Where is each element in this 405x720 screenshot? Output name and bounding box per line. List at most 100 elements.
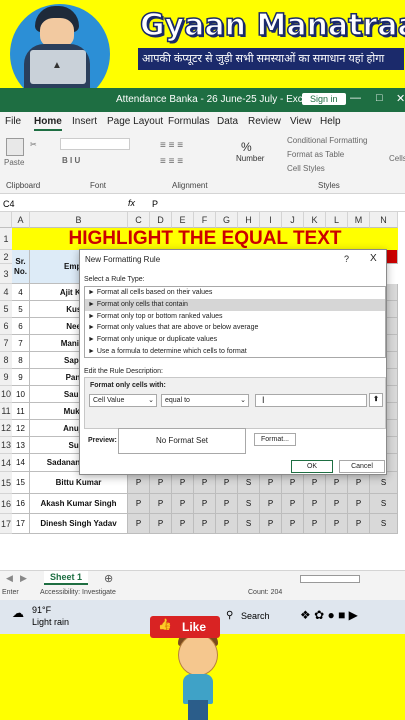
sheet-heading[interactable]: HIGHLIGHT THE EQUAL TEXT — [12, 228, 398, 250]
next-sheet-icon[interactable]: ▶ — [20, 573, 27, 584]
attendance-cell[interactable]: P — [194, 494, 216, 514]
prev-sheet-icon[interactable]: ◀ — [6, 573, 13, 584]
sr-no-cell[interactable]: 6 — [12, 318, 30, 335]
attendance-cell[interactable]: P — [128, 514, 150, 534]
employee-name-cell[interactable]: Akash Kumar Singh — [30, 494, 128, 514]
sr-no-cell[interactable]: 5 — [12, 301, 30, 318]
cell-styles-button[interactable]: Cell Styles — [287, 164, 325, 173]
attendance-cell[interactable]: P — [150, 494, 172, 514]
app-icons[interactable]: ❖ ✿ ● ■ ▶ — [300, 608, 358, 622]
close-window-icon[interactable]: ✕ — [396, 92, 405, 105]
weather-icon[interactable]: ☁ — [12, 606, 24, 620]
rule-type-item[interactable]: ► Use a formula to determine which cells… — [85, 346, 385, 358]
attendance-cell[interactable]: P — [282, 494, 304, 514]
employee-name-cell[interactable]: Bittu Kumar — [30, 472, 128, 494]
cut-icon[interactable]: ✂ — [30, 140, 37, 149]
cancel-button[interactable]: Cancel — [339, 460, 385, 473]
formula-input[interactable]: P — [152, 199, 158, 209]
tab-help[interactable]: Help — [320, 116, 341, 127]
attendance-cell[interactable]: S — [238, 514, 260, 534]
attendance-cell[interactable]: P — [282, 514, 304, 534]
attendance-cell[interactable]: P — [348, 472, 370, 494]
sr-no-cell[interactable]: 13 — [12, 437, 30, 454]
condition-type-select[interactable]: Cell Value ⌄ — [89, 394, 157, 407]
row-header[interactable]: 6 — [0, 318, 12, 335]
column-header-k[interactable]: K — [304, 212, 326, 228]
attendance-cell[interactable]: P — [216, 494, 238, 514]
attendance-cell[interactable]: P — [348, 514, 370, 534]
format-as-table-button[interactable]: Format as Table — [287, 150, 344, 159]
horizontal-scrollbar[interactable] — [300, 575, 360, 583]
column-header-d[interactable]: D — [150, 212, 172, 228]
row-header[interactable]: 4 — [0, 284, 12, 301]
paste-label[interactable]: Paste — [4, 158, 24, 167]
attendance-cell[interactable]: S — [238, 494, 260, 514]
taskbar-search[interactable]: Search — [241, 611, 270, 621]
attendance-cell[interactable]: P — [128, 494, 150, 514]
column-header-m[interactable]: M — [348, 212, 370, 228]
rule-type-item[interactable]: ► Format only unique or duplicate values — [85, 334, 385, 346]
cells-button[interactable]: Cells — [389, 154, 405, 163]
range-select-icon[interactable]: ⬆ — [369, 393, 383, 407]
accessibility-status[interactable]: Accessibility: Investigate — [40, 589, 116, 596]
add-sheet-icon[interactable]: ⊕ — [104, 572, 113, 585]
column-header-a[interactable]: A — [12, 212, 30, 228]
value-input[interactable]: I — [255, 394, 367, 407]
attendance-cell[interactable]: P — [348, 494, 370, 514]
font-name-box[interactable] — [60, 138, 130, 150]
select-all-corner[interactable] — [0, 212, 12, 228]
row-header-3[interactable]: 3 — [0, 264, 12, 284]
attendance-cell[interactable]: P — [150, 472, 172, 494]
rule-type-item[interactable]: ► Format only top or bottom ranked value… — [85, 311, 385, 323]
column-header-b[interactable]: B — [30, 212, 128, 228]
paste-icon[interactable] — [6, 138, 24, 156]
attendance-cell[interactable]: S — [370, 494, 398, 514]
row-header[interactable]: 16 — [0, 494, 12, 514]
rule-type-list[interactable]: ► Format all cells based on their values… — [84, 286, 386, 358]
sr-no-header[interactable]: Sr. No. — [12, 250, 30, 284]
number-button[interactable]: Number — [236, 154, 264, 163]
attendance-cell[interactable]: P — [216, 514, 238, 534]
attendance-cell[interactable]: S — [238, 472, 260, 494]
sr-no-cell[interactable]: 16 — [12, 494, 30, 514]
row-header[interactable]: 15 — [0, 472, 12, 494]
rule-type-item[interactable]: ► Format only values that are above or b… — [85, 322, 385, 334]
sr-no-cell[interactable]: 14 — [12, 454, 30, 472]
tab-insert[interactable]: Insert — [72, 116, 97, 127]
column-header-l[interactable]: L — [326, 212, 348, 228]
sign-in-button[interactable]: Sign in — [302, 93, 346, 105]
row-header[interactable]: 12 — [0, 420, 12, 437]
tab-data[interactable]: Data — [217, 116, 238, 127]
row-header[interactable]: 8 — [0, 352, 12, 369]
ok-button[interactable]: OK — [291, 460, 333, 473]
sheet-tab[interactable]: Sheet 1 — [44, 571, 89, 585]
row-header[interactable]: 17 — [0, 514, 12, 534]
tab-formulas[interactable]: Formulas — [168, 116, 210, 127]
sr-no-cell[interactable]: 9 — [12, 369, 30, 386]
attendance-cell[interactable]: P — [194, 514, 216, 534]
attendance-cell[interactable]: P — [172, 472, 194, 494]
row-header[interactable]: 11 — [0, 403, 12, 420]
row-header[interactable]: 7 — [0, 335, 12, 352]
sr-no-cell[interactable]: 11 — [12, 403, 30, 420]
column-header-j[interactable]: J — [282, 212, 304, 228]
search-icon[interactable]: ⚲ — [226, 610, 233, 621]
sr-no-cell[interactable]: 15 — [12, 472, 30, 494]
column-header-i[interactable]: I — [260, 212, 282, 228]
attendance-cell[interactable]: P — [260, 514, 282, 534]
column-header-n[interactable]: N — [370, 212, 398, 228]
operator-select[interactable]: equal to ⌄ — [161, 394, 249, 407]
column-header-h[interactable]: H — [238, 212, 260, 228]
attendance-cell[interactable]: P — [260, 472, 282, 494]
employee-name-cell[interactable]: Dinesh Singh Yadav — [30, 514, 128, 534]
sr-no-cell[interactable]: 8 — [12, 352, 30, 369]
attendance-cell[interactable]: P — [150, 514, 172, 534]
minimize-icon[interactable]: — — [350, 92, 361, 104]
sr-no-cell[interactable]: 10 — [12, 386, 30, 403]
close-icon[interactable]: X — [370, 253, 377, 264]
help-icon[interactable]: ? — [344, 254, 349, 264]
restore-icon[interactable]: □ — [376, 92, 383, 104]
tab-file[interactable]: File — [5, 116, 21, 127]
attendance-cell[interactable]: P — [326, 514, 348, 534]
attendance-cell[interactable]: P — [260, 494, 282, 514]
